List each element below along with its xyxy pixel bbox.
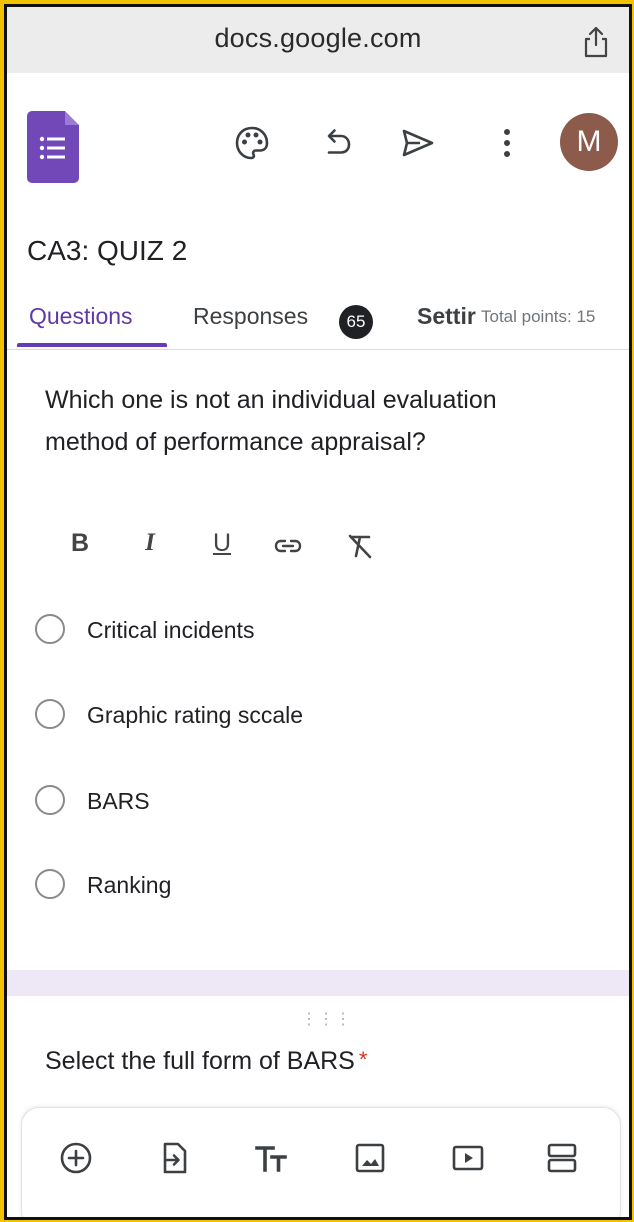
question-2-title[interactable]: Select the full form of BARS * [45,1047,367,1076]
share-icon[interactable] [581,25,611,59]
send-icon[interactable] [397,123,437,163]
question-2-text: Select the full form of BARS [45,1047,355,1075]
question-separator [7,970,629,996]
tab-bar: Questions Responses 65 Settir Total poin… [7,291,629,350]
question-title[interactable]: Which one is not an individual evaluatio… [45,379,505,463]
radio-button[interactable] [35,869,65,899]
required-asterisk: * [358,1047,368,1072]
import-questions-icon[interactable] [156,1140,192,1176]
radio-button[interactable] [35,699,65,729]
option-row[interactable]: Ranking [35,867,595,907]
more-vert-icon[interactable] [487,123,527,163]
option-row[interactable]: BARS [35,783,595,823]
add-section-icon[interactable] [544,1140,580,1176]
option-label[interactable]: BARS [87,788,150,815]
underline-button[interactable]: U [207,529,237,558]
add-question-icon[interactable] [58,1140,94,1176]
link-icon[interactable] [273,533,303,559]
add-video-icon[interactable] [450,1140,486,1176]
text-format-toolbar: B I U [65,529,385,565]
option-label[interactable]: Ranking [87,872,171,899]
tab-questions[interactable]: Questions [29,303,133,330]
drag-handle-icon[interactable]: ⋮⋮⋮ [301,1009,352,1029]
tab-responses[interactable]: Responses [193,303,308,330]
add-title-icon[interactable] [254,1140,290,1176]
italic-button[interactable]: I [135,529,165,557]
bold-button[interactable]: B [65,529,95,558]
option-row[interactable]: Critical incidents [35,612,595,652]
url-text: docs.google.com [214,23,422,53]
browser-address-bar[interactable]: docs.google.com [7,7,629,74]
option-label[interactable]: Graphic rating sccale [87,702,303,729]
forms-toolbar: M [7,73,629,193]
option-row[interactable]: Graphic rating sccale [35,697,595,737]
undo-icon[interactable] [317,123,357,163]
option-label[interactable]: Critical incidents [87,617,254,644]
responses-count-badge: 65 [339,305,373,339]
active-tab-indicator [17,343,167,347]
account-avatar[interactable]: M [560,113,618,171]
radio-button[interactable] [35,614,65,644]
phone-screen: docs.google.com M CA3: QUIZ 2 Questions … [4,4,632,1220]
add-item-toolbar [21,1107,621,1217]
form-title[interactable]: CA3: QUIZ 2 [27,235,187,267]
total-points: Total points: 15 [481,307,596,326]
google-forms-logo-icon[interactable] [27,111,79,183]
add-image-icon[interactable] [352,1140,388,1176]
palette-icon[interactable] [232,123,272,163]
radio-button[interactable] [35,785,65,815]
clear-formatting-icon[interactable] [345,532,375,560]
